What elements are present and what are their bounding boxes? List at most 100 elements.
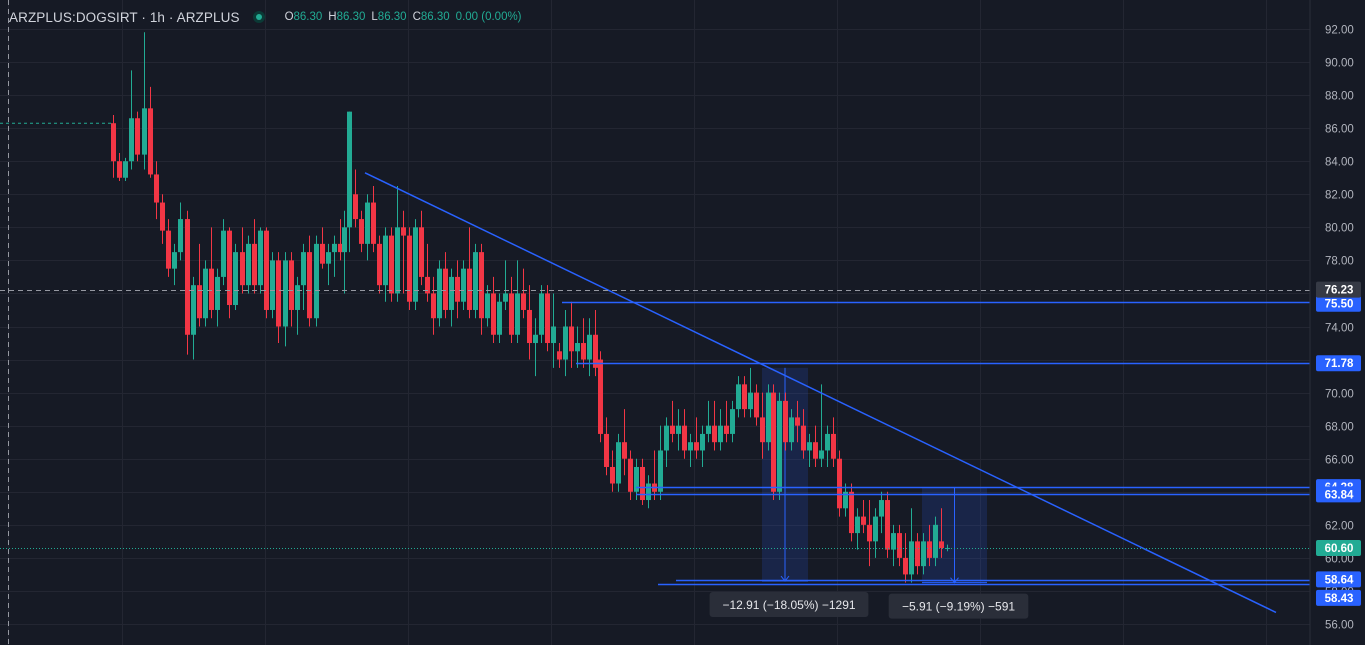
price-chart[interactable]: −12.91 (−18.05%) −1291 −5.91 (−9.19%) −59… [0, 0, 1365, 645]
candle-body [604, 433, 609, 467]
candle-body [491, 293, 496, 335]
candle-body [706, 425, 711, 434]
candle-body [407, 235, 412, 302]
candle-body [258, 230, 263, 286]
candle-body [485, 293, 490, 319]
candle-body [581, 343, 586, 360]
change-value: 0.00 (0.00%) [455, 11, 522, 23]
candle-body [332, 243, 337, 253]
candle-body [557, 351, 562, 360]
candle-body [166, 230, 171, 269]
candle-body [754, 392, 759, 418]
candle-body [365, 202, 370, 244]
candle-body [160, 202, 165, 231]
candle-body [326, 252, 331, 264]
candle-body [347, 111, 352, 228]
candle-body [473, 252, 478, 310]
candle-body [320, 243, 325, 264]
candle-body [712, 425, 717, 443]
candle-body [129, 118, 134, 162]
candle-body [801, 425, 806, 451]
price-tick-label: 84.00 [1325, 157, 1354, 169]
candle-body [401, 227, 406, 236]
candle-body [240, 252, 245, 286]
candle-body [873, 516, 878, 542]
candle-body [252, 243, 257, 286]
candle-body [933, 524, 938, 558]
candle-body [431, 293, 436, 319]
price-tick-label: 78.00 [1325, 256, 1354, 268]
candle-body [295, 285, 300, 310]
price-tick-label: 82.00 [1325, 190, 1354, 202]
candle-body [670, 425, 675, 434]
candle-body [891, 533, 896, 550]
candle-body [610, 466, 615, 484]
candle-body [497, 301, 502, 335]
candle-body [789, 417, 794, 443]
candle-body [831, 433, 836, 459]
candle-body [813, 442, 818, 459]
candle-body [503, 293, 508, 302]
candle-body [301, 252, 306, 286]
low-value: 86.30 [377, 11, 407, 23]
measure-label: −5.91 (−9.19%) −591 [902, 600, 1015, 614]
candle-body [111, 123, 116, 162]
candle-body [437, 268, 442, 319]
candle-body [233, 252, 238, 306]
drawing-lines [0, 0, 1310, 645]
candle-body [867, 524, 872, 542]
candle-body [658, 450, 663, 492]
candle-body [724, 425, 729, 434]
price-tick-label: 66.00 [1325, 455, 1354, 467]
candle-body [819, 450, 824, 459]
candle-body [178, 219, 183, 253]
candle-body [748, 392, 753, 410]
candle-body [203, 268, 208, 319]
candle-body [461, 268, 466, 302]
candle-body [527, 309, 532, 344]
candle-body [736, 384, 741, 410]
price-tick-label: 92.00 [1325, 25, 1354, 37]
high-value: 86.30 [336, 11, 366, 23]
candle-body [927, 541, 932, 558]
symbol-title[interactable]: ARZPLUS:DOGSIRT · 1h · ARZPLUS [9, 10, 240, 25]
price-tick-label: 90.00 [1325, 58, 1354, 70]
candle-body [676, 425, 681, 434]
candle-body [276, 260, 281, 327]
candle-body [807, 442, 812, 451]
candle-body [849, 491, 854, 534]
candle-body [443, 268, 448, 310]
candle-body [837, 458, 842, 509]
candle-body [148, 108, 153, 175]
candle-body [395, 227, 400, 294]
candle-body [760, 417, 765, 443]
candle-body [221, 230, 226, 277]
close-value: 86.30 [420, 11, 450, 23]
price-tick-label: 70.00 [1325, 389, 1354, 401]
symbol-legend: ARZPLUS:DOGSIRT · 1h · ARZPLUS O 86.30 H8… [9, 7, 522, 27]
crosshair-price-tag: 76.23 [1325, 285, 1354, 297]
candle-body [154, 174, 159, 203]
candle-body [855, 516, 860, 534]
candle-body [289, 260, 294, 310]
candle-body [694, 442, 699, 451]
high-key: H [328, 11, 337, 23]
price-tick-label: 86.00 [1325, 124, 1354, 136]
candle-body [142, 108, 147, 155]
open-value: 86.30 [293, 11, 323, 23]
price-tick-label: 74.00 [1325, 323, 1354, 335]
candle-body [628, 458, 633, 492]
candle-body [467, 268, 472, 310]
candle-body [479, 252, 484, 319]
candle-body [921, 541, 926, 567]
candle-body [598, 359, 603, 434]
candle-body [646, 483, 651, 501]
candle-body [246, 243, 251, 286]
candle-body [449, 276, 454, 310]
candle-body [515, 293, 520, 335]
candle-body [587, 334, 592, 360]
candle-body [551, 326, 556, 344]
candle-body [264, 230, 269, 310]
candle-body [783, 400, 788, 443]
close-key: C [412, 11, 421, 23]
